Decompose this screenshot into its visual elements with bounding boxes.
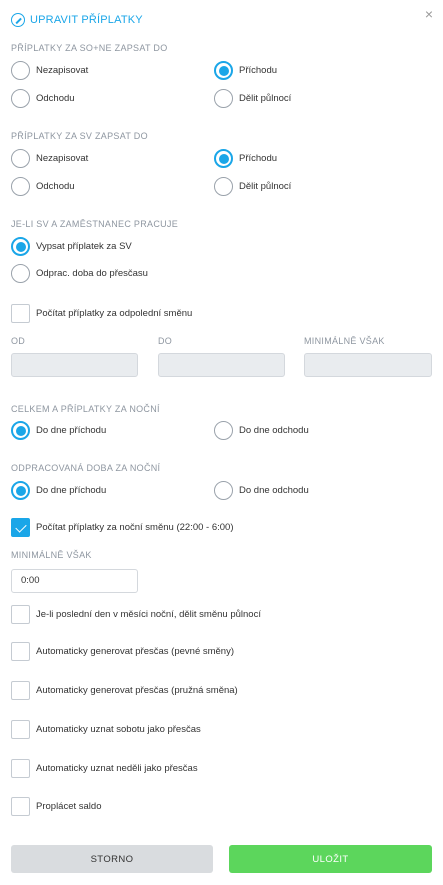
checkbox-label: Proplácet saldo: [36, 801, 102, 812]
radio-label: Do dne odchodu: [239, 485, 309, 496]
checkbox-sunday-overtime[interactable]: Automaticky uznat neděli jako přesčas: [11, 759, 198, 778]
radio-label: Do dne příchodu: [36, 485, 107, 496]
checkbox-label: Počítat příplatky za noční směnu (22:00 …: [36, 522, 234, 533]
close-icon[interactable]: ×: [425, 6, 433, 22]
radio-label: Nezapisovat: [36, 153, 89, 164]
checkbox[interactable]: [11, 304, 30, 323]
radio-button[interactable]: [214, 61, 233, 80]
section-label-works: JE-LI SV A ZAMĚSTNANEC PRACUJE: [11, 219, 179, 229]
checkbox[interactable]: [11, 642, 30, 661]
checkbox-label: Je-li poslední den v měsíci noční, dělit…: [36, 609, 261, 620]
radio-label: Dělit půlnocí: [239, 181, 292, 192]
dialog-title: UPRAVIT PŘÍPLATKY: [30, 14, 143, 26]
radio-label: Do dne příchodu: [36, 425, 107, 436]
checkbox[interactable]: [11, 720, 30, 739]
radio-label: Odchodu: [36, 93, 75, 104]
checkbox-night-shift[interactable]: Počítat příplatky za noční směnu (22:00 …: [11, 518, 234, 537]
radio-label: Nezapisovat: [36, 65, 89, 76]
od-input[interactable]: [11, 353, 138, 377]
radio-sv-prichodu[interactable]: Příchodu: [214, 149, 277, 168]
radio-total-odchodu[interactable]: Do dne odchodu: [214, 421, 309, 440]
radio-button[interactable]: [11, 421, 30, 440]
checkbox[interactable]: [11, 518, 30, 537]
dialog-header: UPRAVIT PŘÍPLATKY: [11, 11, 143, 29]
section-label-sone: PŘÍPLATKY ZA SO+NE ZAPSAT DO: [11, 43, 168, 53]
radio-label: Příchodu: [239, 153, 278, 164]
checkbox-label: Automaticky uznat neděli jako přesčas: [36, 763, 198, 774]
section-label-worked-night: ODPRACOVANÁ DOBA ZA NOČNÍ: [11, 463, 161, 473]
min-input-night-value: 0:00: [21, 575, 40, 586]
radio-label: Vypsat příplatek za SV: [36, 241, 132, 252]
checkbox[interactable]: [11, 759, 30, 778]
radio-sv-delit-pulnoci[interactable]: Dělit půlnocí: [214, 177, 291, 196]
checkbox[interactable]: [11, 681, 30, 700]
radio-sone-nezapisovat[interactable]: Nezapisovat: [11, 61, 88, 80]
checkbox-auto-overtime-fixed[interactable]: Automaticky generovat přesčas (pevné smě…: [11, 642, 234, 661]
checkbox[interactable]: [11, 797, 30, 816]
section-label-sv: PŘÍPLATKY ZA SV ZAPSAT DO: [11, 131, 148, 141]
checkbox-label: Automaticky generovat přesčas (pevné smě…: [36, 646, 235, 657]
checkbox-saturday-overtime[interactable]: Automaticky uznat sobotu jako přesčas: [11, 720, 201, 739]
radio-button[interactable]: [11, 61, 30, 80]
radio-works-vypsat[interactable]: Vypsat příplatek za SV: [11, 237, 132, 256]
radio-sv-nezapisovat[interactable]: Nezapisovat: [11, 149, 88, 168]
radio-label: Do dne odchodu: [239, 425, 309, 436]
radio-button[interactable]: [214, 481, 233, 500]
radio-button[interactable]: [214, 89, 233, 108]
radio-sone-delit-pulnoci[interactable]: Dělit půlnocí: [214, 89, 291, 108]
radio-button[interactable]: [11, 177, 30, 196]
radio-label: Příchodu: [239, 65, 278, 76]
min-label-night: MINIMÁLNĚ VŠAK: [11, 550, 92, 560]
radio-works-odprac[interactable]: Odprac. doba do přesčasu: [11, 264, 148, 283]
radio-button[interactable]: [214, 421, 233, 440]
radio-worked-odchodu[interactable]: Do dne odchodu: [214, 481, 309, 500]
save-button[interactable]: ULOŽIT: [229, 845, 432, 873]
edit-icon: [11, 13, 25, 27]
checkbox-auto-overtime-flexible[interactable]: Automaticky generovat přesčas (pružná sm…: [11, 681, 238, 700]
radio-label: Odchodu: [36, 181, 75, 192]
radio-button[interactable]: [11, 264, 30, 283]
checkbox-last-day-night[interactable]: Je-li poslední den v měsíci noční, dělit…: [11, 605, 261, 624]
radio-sv-odchodu[interactable]: Odchodu: [11, 177, 75, 196]
do-label: DO: [158, 336, 173, 346]
checkbox-afternoon[interactable]: Počítat příplatky za odpolední směnu: [11, 304, 192, 323]
radio-label: Dělit půlnocí: [239, 93, 292, 104]
radio-button[interactable]: [11, 237, 30, 256]
checkbox-pay-balance[interactable]: Proplácet saldo: [11, 797, 101, 816]
checkbox[interactable]: [11, 605, 30, 624]
min-input-night[interactable]: 0:00: [11, 569, 138, 593]
min-input-afternoon[interactable]: [304, 353, 432, 377]
radio-total-prichodu[interactable]: Do dne příchodu: [11, 421, 106, 440]
do-input[interactable]: [158, 353, 285, 377]
cancel-button[interactable]: STORNO: [11, 845, 213, 873]
radio-button[interactable]: [214, 177, 233, 196]
radio-worked-prichodu[interactable]: Do dne příchodu: [11, 481, 106, 500]
od-label: OD: [11, 336, 26, 346]
checkbox-label: Automaticky generovat přesčas (pružná sm…: [36, 685, 238, 696]
radio-button[interactable]: [11, 149, 30, 168]
radio-sone-prichodu[interactable]: Příchodu: [214, 61, 277, 80]
checkbox-label: Automaticky uznat sobotu jako přesčas: [36, 724, 201, 735]
radio-button[interactable]: [11, 89, 30, 108]
radio-button[interactable]: [214, 149, 233, 168]
radio-label: Odprac. doba do přesčasu: [36, 268, 148, 279]
radio-sone-odchodu[interactable]: Odchodu: [11, 89, 75, 108]
min-label-afternoon: MINIMÁLNĚ VŠAK: [304, 336, 385, 346]
section-label-total-night: CELKEM A PŘÍPLATKY ZA NOČNÍ: [11, 404, 160, 414]
radio-button[interactable]: [11, 481, 30, 500]
checkbox-label: Počítat příplatky za odpolední směnu: [36, 308, 193, 319]
